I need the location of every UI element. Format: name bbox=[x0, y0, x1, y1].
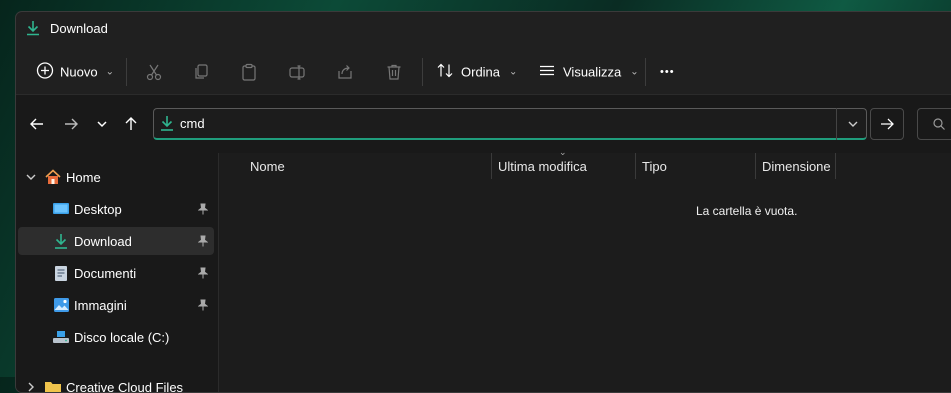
plus-circle-icon bbox=[36, 62, 54, 83]
forward-arrow-icon[interactable] bbox=[60, 113, 82, 135]
sidebar-item-pictures[interactable]: Immagini bbox=[18, 291, 214, 319]
home-icon bbox=[44, 168, 62, 186]
sidebar-item-creative-cloud[interactable]: Creative Cloud Files bbox=[18, 373, 214, 393]
rename-icon[interactable] bbox=[287, 62, 307, 82]
pictures-icon bbox=[52, 296, 70, 314]
column-divider[interactable] bbox=[835, 153, 836, 179]
delete-icon[interactable] bbox=[384, 62, 404, 82]
view-lines-icon bbox=[538, 62, 556, 83]
sort-button-label: Ordina bbox=[461, 65, 500, 80]
sort-button[interactable]: Ordina ⌄ bbox=[436, 62, 517, 83]
column-divider[interactable] bbox=[635, 153, 636, 179]
download-icon bbox=[25, 20, 41, 36]
sidebar-item-documents[interactable]: Documenti bbox=[18, 259, 214, 287]
pin-icon[interactable] bbox=[198, 235, 208, 247]
navigation-bar bbox=[16, 94, 951, 154]
back-arrow-icon[interactable] bbox=[26, 113, 48, 135]
address-history-chevron-icon[interactable] bbox=[836, 108, 868, 140]
sidebar-item-download[interactable]: Download bbox=[18, 227, 214, 255]
file-list-pane: Nome Ultima modifica ⌄ Tipo Dimensione L… bbox=[219, 153, 951, 392]
empty-folder-message: La cartella è vuota. bbox=[696, 204, 797, 218]
view-button[interactable]: Visualizza ⌄ bbox=[538, 62, 639, 83]
search-input[interactable] bbox=[917, 108, 951, 140]
desktop-icon bbox=[52, 200, 70, 218]
cut-icon[interactable] bbox=[144, 62, 164, 82]
chevron-down-icon: ⌄ bbox=[106, 67, 114, 78]
address-bar[interactable] bbox=[153, 108, 867, 140]
view-button-label: Visualizza bbox=[563, 65, 621, 80]
share-icon[interactable] bbox=[335, 62, 355, 82]
recent-locations-chevron-icon[interactable] bbox=[91, 113, 113, 135]
download-icon bbox=[159, 115, 175, 137]
pin-icon[interactable] bbox=[198, 203, 208, 215]
column-header-size[interactable]: Dimensione bbox=[762, 153, 831, 179]
sidebar-item-label: Immagini bbox=[74, 298, 127, 313]
sidebar-item-home[interactable]: Home bbox=[18, 163, 214, 191]
document-icon bbox=[52, 264, 70, 282]
sidebar-item-label: Desktop bbox=[74, 202, 122, 217]
sidebar-item-label: Home bbox=[66, 170, 101, 185]
window-title: Download bbox=[50, 21, 108, 36]
column-header-modified[interactable]: Ultima modifica bbox=[498, 153, 587, 179]
chevron-down-icon: ⌄ bbox=[509, 67, 517, 78]
chevron-down-icon: ⌄ bbox=[630, 67, 638, 78]
file-explorer-window: Download Nuovo ⌄ bbox=[15, 11, 951, 393]
command-bar: Nuovo ⌄ Ordina ⌄ bbox=[16, 50, 951, 94]
column-header-name[interactable]: Nome bbox=[250, 153, 285, 179]
sort-chevron-icon: ⌄ bbox=[559, 147, 567, 158]
new-button-label: Nuovo bbox=[60, 65, 98, 80]
sidebar-item-label: Creative Cloud Files bbox=[66, 380, 183, 393]
column-divider[interactable] bbox=[491, 153, 492, 179]
sidebar-item-label: Download bbox=[74, 234, 132, 249]
pin-icon[interactable] bbox=[198, 299, 208, 311]
sidebar-item-desktop[interactable]: Desktop bbox=[18, 195, 214, 223]
toolbar-divider bbox=[645, 58, 646, 86]
search-icon bbox=[932, 117, 946, 136]
download-icon bbox=[52, 232, 70, 250]
go-arrow-icon[interactable] bbox=[870, 108, 904, 140]
navigation-pane: Home Desktop Download Documenti bbox=[16, 153, 219, 392]
sidebar-item-label: Documenti bbox=[74, 266, 136, 281]
pin-icon[interactable] bbox=[198, 267, 208, 279]
column-header-type[interactable]: Tipo bbox=[642, 153, 667, 179]
chevron-right-icon[interactable] bbox=[22, 378, 40, 393]
new-button[interactable]: Nuovo ⌄ bbox=[36, 62, 114, 83]
paste-icon[interactable] bbox=[239, 62, 259, 82]
drive-icon bbox=[52, 328, 70, 346]
sidebar-item-local-disk[interactable]: Disco locale (C:) bbox=[18, 323, 214, 351]
chevron-down-icon[interactable] bbox=[22, 168, 40, 186]
toolbar-divider bbox=[422, 58, 423, 86]
copy-icon[interactable] bbox=[191, 62, 211, 82]
column-divider[interactable] bbox=[755, 153, 756, 179]
sort-icon bbox=[436, 62, 454, 83]
up-arrow-icon[interactable] bbox=[120, 113, 142, 135]
toolbar-divider bbox=[126, 58, 127, 86]
title-bar: Download bbox=[16, 12, 951, 44]
address-input[interactable] bbox=[180, 109, 830, 137]
more-options-button[interactable]: ••• bbox=[660, 66, 675, 78]
folder-icon bbox=[44, 378, 62, 393]
sidebar-item-label: Disco locale (C:) bbox=[74, 330, 169, 345]
